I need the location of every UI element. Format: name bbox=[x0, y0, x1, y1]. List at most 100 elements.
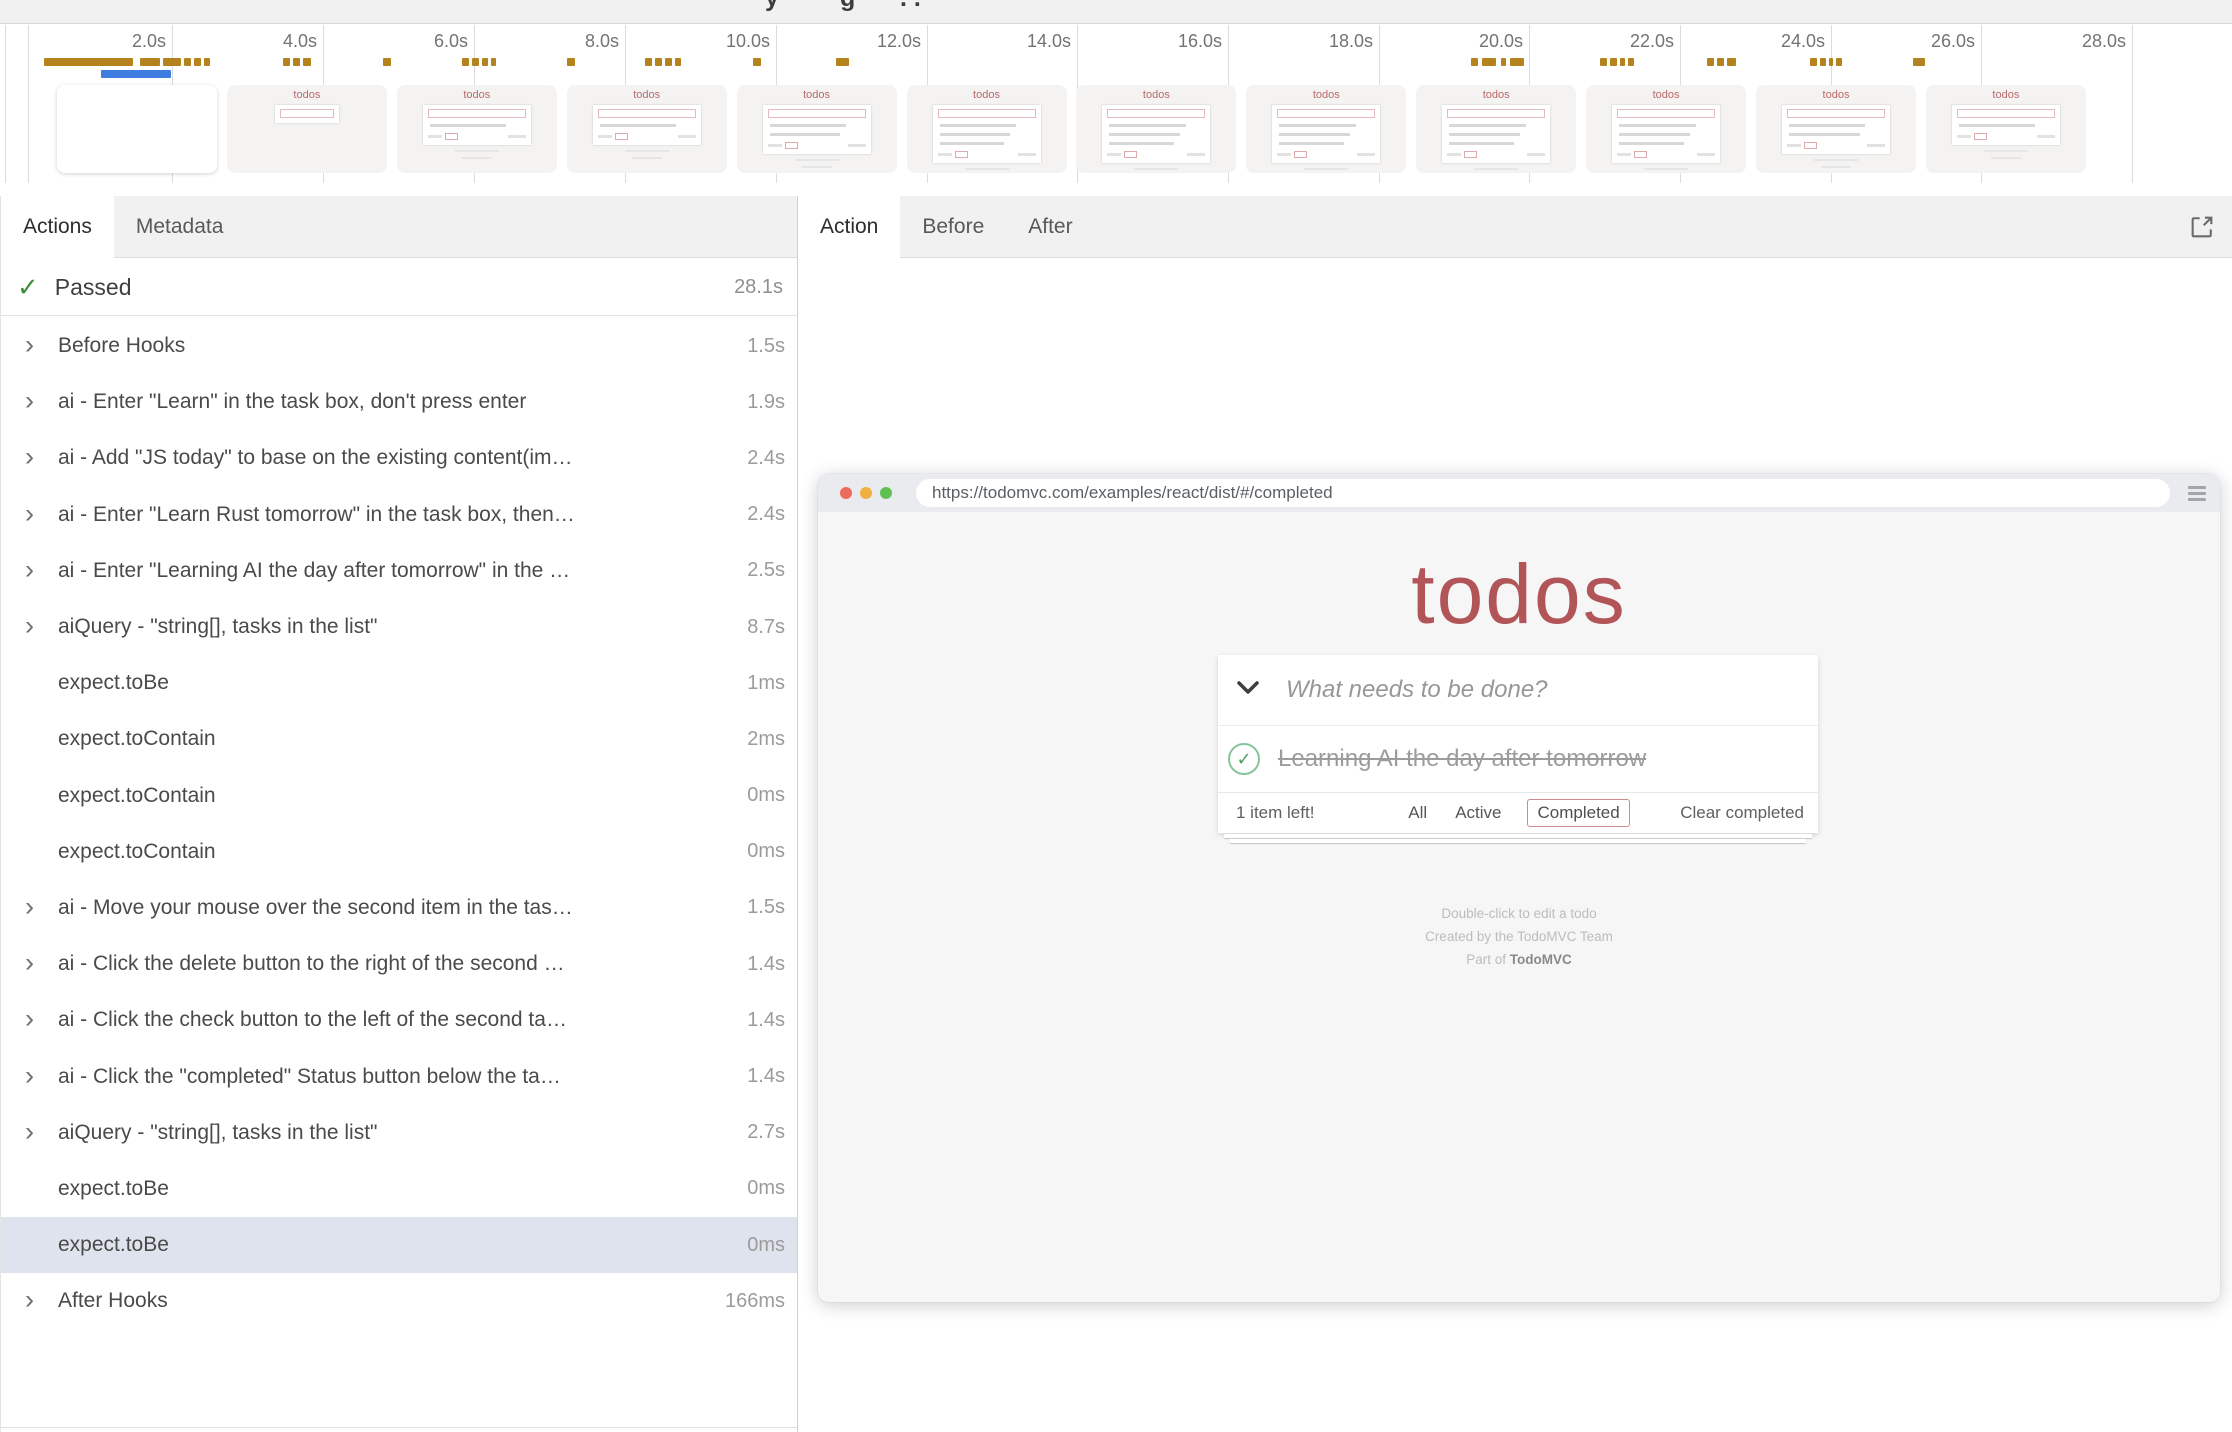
filmstrip-thumbnail[interactable] bbox=[57, 85, 217, 173]
action-row[interactable]: › ai - Click the "completed" Status butto… bbox=[1, 1048, 797, 1104]
expand-chevron-icon[interactable]: › bbox=[25, 1062, 34, 1089]
test-status-row: ✓ Passed 28.1s bbox=[1, 259, 797, 316]
card-stack-edge bbox=[1224, 834, 1812, 838]
snapshot-browser-window[interactable]: https://todomvc.com/examples/react/dist/… bbox=[818, 474, 2220, 1302]
tab-metadata[interactable]: Metadata bbox=[114, 196, 246, 257]
action-label: expect.toBe bbox=[58, 671, 169, 695]
menu-icon[interactable] bbox=[2188, 486, 2206, 501]
action-label: expect.toContain bbox=[58, 840, 216, 864]
action-span-marker bbox=[1836, 58, 1842, 66]
action-row[interactable]: ›After Hooks166ms bbox=[1, 1273, 797, 1329]
timeline-filmstrip[interactable]: 2.0s4.0s6.0s8.0s10.0s12.0s14.0s16.0s18.0… bbox=[0, 25, 2232, 196]
filmstrip-thumbnail[interactable]: todos bbox=[567, 85, 727, 173]
thumbnail-todos-title: todos bbox=[1416, 85, 1576, 101]
clipped-title-fragment: g bbox=[840, 0, 855, 13]
maximize-window-icon[interactable] bbox=[880, 487, 892, 499]
action-duration: 2.5s bbox=[747, 559, 785, 582]
expand-chevron-icon[interactable]: › bbox=[25, 500, 34, 527]
action-row[interactable]: ›ai - Add "JS today" to base on the exis… bbox=[1, 430, 797, 486]
action-span-marker bbox=[753, 58, 761, 66]
filmstrip-thumbnail[interactable]: todos bbox=[1926, 85, 2086, 173]
action-row[interactable]: ›ai - Enter "Learning AI the day after t… bbox=[1, 543, 797, 599]
action-label: aiQuery - "string[], tasks in the list" bbox=[58, 615, 378, 639]
action-duration: 2ms bbox=[747, 728, 785, 751]
action-label: ai - Move your mouse over the second ite… bbox=[58, 896, 573, 920]
action-duration: 2.4s bbox=[747, 503, 785, 526]
action-span-marker bbox=[567, 58, 575, 66]
filmstrip-thumbnail[interactable]: todos bbox=[397, 85, 557, 173]
action-span-marker bbox=[482, 58, 488, 66]
minimize-window-icon[interactable] bbox=[860, 487, 872, 499]
thumbnail-todos-title: todos bbox=[1246, 85, 1406, 101]
action-duration: 2.4s bbox=[747, 447, 785, 470]
action-label: aiQuery - "string[], tasks in the list" bbox=[58, 1121, 378, 1145]
action-row[interactable]: › ai - Click the delete button to the rig… bbox=[1, 936, 797, 992]
expand-chevron-icon[interactable]: › bbox=[25, 1006, 34, 1033]
filter-all[interactable]: All bbox=[1406, 800, 1429, 826]
action-span-marker bbox=[675, 58, 681, 66]
todo-toggle-checked-icon[interactable]: ✓ bbox=[1228, 743, 1260, 775]
todo-footer: 1 item left! AllActiveCompleted Clear co… bbox=[1218, 792, 1818, 833]
action-label: ai - Click the "completed" Status button… bbox=[58, 1065, 561, 1089]
filmstrip-thumbnail[interactable]: todos bbox=[1586, 85, 1746, 173]
tab-before[interactable]: Before bbox=[900, 196, 1006, 257]
action-row[interactable]: expect.toBe 1ms bbox=[1, 655, 797, 711]
action-row[interactable]: expect.toBe0ms bbox=[1, 1217, 797, 1273]
right-tab-bar: ActionBeforeAfter bbox=[798, 196, 2232, 258]
expand-chevron-icon[interactable]: › bbox=[25, 1118, 34, 1145]
filmstrip-thumbnail[interactable]: todos bbox=[1416, 85, 1576, 173]
action-row[interactable]: expect.toContain2ms bbox=[1, 711, 797, 767]
action-row[interactable]: expect.toContain0ms bbox=[1, 768, 797, 824]
action-duration: 1ms bbox=[747, 672, 785, 695]
action-row[interactable]: › aiQuery - "string[], tasks in the list"… bbox=[1, 1105, 797, 1161]
filmstrip-thumbnail[interactable]: todos bbox=[1076, 85, 1236, 173]
clipped-title-fragment: . . bbox=[900, 0, 921, 13]
action-span-marker bbox=[491, 58, 496, 66]
snapshot-panel: ActionBeforeAfter https://todomvc.com/ex… bbox=[798, 196, 2232, 1432]
todo-item-text[interactable]: Learning AI the day after tomorrow bbox=[1278, 745, 1646, 773]
action-duration: 1.4s bbox=[747, 953, 785, 976]
new-todo-input[interactable]: What needs to be done? bbox=[1286, 676, 1548, 704]
expand-chevron-icon[interactable]: › bbox=[25, 893, 34, 920]
action-span-marker bbox=[1501, 58, 1506, 66]
clear-completed-button[interactable]: Clear completed bbox=[1680, 803, 1804, 823]
todo-item-row: ✓ Learning AI the day after tomorrow bbox=[1218, 726, 1818, 792]
filter-active[interactable]: Active bbox=[1453, 800, 1503, 826]
filmstrip-thumbnail[interactable]: todos bbox=[1246, 85, 1406, 173]
action-row[interactable]: expect.toContain0ms bbox=[1, 824, 797, 880]
tab-after[interactable]: After bbox=[1006, 196, 1094, 257]
toggle-all-chevron-icon[interactable] bbox=[1236, 681, 1260, 700]
expand-chevron-icon[interactable]: › bbox=[25, 444, 34, 471]
open-snapshot-external-icon[interactable] bbox=[2188, 213, 2216, 241]
filmstrip-thumbnail[interactable]: todos bbox=[227, 85, 387, 173]
filter-completed[interactable]: Completed bbox=[1527, 799, 1629, 827]
action-row[interactable]: ›Before Hooks1.5s bbox=[1, 318, 797, 374]
action-list: ›Before Hooks1.5s›ai - Enter "Learn" in … bbox=[1, 318, 797, 1329]
action-row[interactable]: ›ai - Enter "Learn" in the task box, don… bbox=[1, 374, 797, 430]
action-row[interactable]: › aiQuery - "string[], tasks in the list"… bbox=[1, 599, 797, 655]
expand-chevron-icon[interactable]: › bbox=[25, 332, 34, 359]
filmstrip-thumbnail[interactable]: todos bbox=[907, 85, 1067, 173]
action-span-marker bbox=[1727, 58, 1736, 66]
expand-chevron-icon[interactable]: › bbox=[25, 388, 34, 415]
action-row[interactable]: expect.toBe0ms bbox=[1, 1161, 797, 1217]
expand-chevron-icon[interactable]: › bbox=[25, 950, 34, 977]
action-label: expect.toBe bbox=[58, 1233, 169, 1257]
action-row[interactable]: ›ai - Click the check button to the left… bbox=[1, 992, 797, 1048]
filmstrip-thumbnail[interactable]: todos bbox=[1756, 85, 1916, 173]
thumbnail-todos-title: todos bbox=[1076, 85, 1236, 101]
action-label: ai - Click the delete button to the righ… bbox=[58, 952, 565, 976]
action-duration: 1.9s bbox=[747, 391, 785, 414]
expand-chevron-icon[interactable]: › bbox=[25, 556, 34, 583]
filmstrip-thumbnail[interactable]: todos bbox=[737, 85, 897, 173]
timeline-tick-label: 2.0s bbox=[76, 31, 166, 52]
action-row[interactable]: › ai - Move your mouse over the second it… bbox=[1, 880, 797, 936]
address-bar[interactable]: https://todomvc.com/examples/react/dist/… bbox=[916, 479, 2170, 507]
close-window-icon[interactable] bbox=[840, 487, 852, 499]
expand-chevron-icon[interactable]: › bbox=[25, 612, 34, 639]
tab-action[interactable]: Action bbox=[798, 196, 900, 258]
expand-chevron-icon[interactable]: › bbox=[25, 1287, 34, 1314]
action-row[interactable]: ›ai - Enter "Learn Rust tomorrow" in the… bbox=[1, 487, 797, 543]
tab-actions[interactable]: Actions bbox=[1, 196, 114, 258]
timeline-tick-label: 28.0s bbox=[2036, 31, 2126, 52]
